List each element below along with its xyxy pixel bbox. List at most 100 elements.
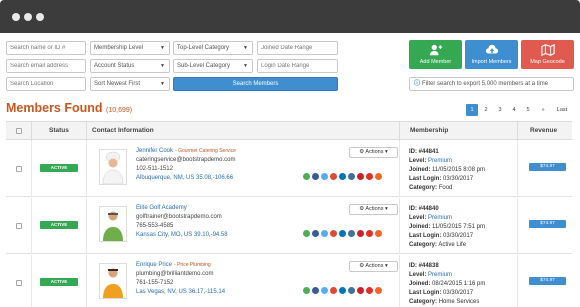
column-divider: [31, 198, 32, 254]
map-geocode-button[interactable]: Map Geocode: [521, 40, 574, 69]
twitter-icon[interactable]: [321, 173, 328, 180]
actions-dropdown-button[interactable]: ⚙ Actions ▾: [349, 147, 398, 158]
sub-category-select[interactable]: Sub-Level Category ▼: [173, 59, 253, 73]
row-checkbox[interactable]: [16, 223, 22, 229]
contact-name: Jennifer Cook: [136, 148, 174, 154]
facebook-icon[interactable]: [312, 230, 319, 237]
google-plus-icon[interactable]: [330, 230, 337, 237]
avatar: [99, 263, 127, 299]
company-tag: - Gourmet Catering Service: [175, 148, 236, 154]
search-members-button[interactable]: Search Members: [173, 77, 338, 91]
joined-label: Joined:: [409, 167, 431, 173]
category-label: Category:: [409, 185, 438, 191]
page-1-button[interactable]: 1: [466, 104, 478, 116]
rss-icon[interactable]: [375, 287, 382, 294]
account-status-select[interactable]: Account Status ▼: [90, 59, 170, 73]
login-label: Last Login:: [409, 176, 442, 182]
facebook-icon[interactable]: [312, 173, 319, 180]
level-value: Premium: [428, 158, 453, 164]
pinterest-icon[interactable]: [357, 173, 364, 180]
pinterest-icon[interactable]: [357, 230, 364, 237]
contact-phone: 765-553-4585: [136, 223, 174, 229]
youtube-icon[interactable]: [366, 173, 373, 180]
rss-icon[interactable]: [375, 173, 382, 180]
member-level: Level: Premium: [409, 158, 452, 164]
actions-dropdown-button[interactable]: ⚙ Actions ▾: [349, 204, 398, 215]
level-value: Premium: [428, 272, 453, 278]
top-category-select[interactable]: Top-Level Category ▼: [173, 41, 253, 55]
column-divider: [399, 122, 400, 141]
contact-name-link[interactable]: Jennifer Cook - Gourmet Catering Service: [136, 148, 236, 154]
contact-name-link[interactable]: Enrique Price - Price Plumbing: [136, 262, 211, 268]
sort-select[interactable]: Sort Newest First ▼: [90, 77, 170, 91]
member-last-login: Last Login: 03/30/2017: [409, 233, 473, 239]
phone-icon[interactable]: [303, 230, 310, 237]
account-status-label: Account Status: [94, 63, 135, 69]
google-plus-icon[interactable]: [330, 287, 337, 294]
caret-down-icon: ▾: [384, 206, 388, 212]
phone-icon[interactable]: [303, 173, 310, 180]
page-4-button[interactable]: 4: [508, 104, 520, 116]
instagram-icon[interactable]: [348, 173, 355, 180]
row-checkbox[interactable]: [16, 280, 22, 286]
map-geocode-label: Map Geocode: [530, 59, 565, 65]
category-value: Active Life: [438, 242, 467, 248]
cloud-upload-icon: [485, 44, 498, 54]
search-name-input[interactable]: [6, 41, 86, 55]
linkedin-icon[interactable]: [339, 230, 346, 237]
column-divider: [31, 255, 32, 307]
import-members-button[interactable]: Import Members: [465, 40, 518, 69]
rss-icon[interactable]: [375, 230, 382, 237]
twitter-icon[interactable]: [321, 287, 328, 294]
google-plus-icon[interactable]: [330, 173, 337, 180]
column-divider: [31, 122, 32, 141]
category-value: Home Services: [438, 299, 480, 305]
instagram-icon[interactable]: [348, 230, 355, 237]
page-title-text: Members Found: [6, 101, 103, 115]
caret-down-icon: ▼: [160, 81, 165, 87]
window-dot-icon[interactable]: [24, 13, 32, 21]
revenue-badge: $74.97: [529, 220, 566, 228]
joined-date-range-input[interactable]: [257, 41, 338, 55]
table-row: ACTIVE Enrique Price - Price Plumbing plu…: [6, 255, 572, 307]
actions-label: Actions: [365, 263, 384, 269]
membership-level-label: Membership Level: [94, 45, 144, 51]
facebook-icon[interactable]: [312, 287, 319, 294]
page-3-button[interactable]: 3: [494, 104, 506, 116]
row-checkbox[interactable]: [16, 166, 22, 172]
select-all-checkbox[interactable]: [16, 128, 22, 134]
youtube-icon[interactable]: [366, 287, 373, 294]
linkedin-icon[interactable]: [339, 173, 346, 180]
contact-location-link[interactable]: Albuquerque, NM, US 35.08,-106.66: [136, 175, 233, 181]
contact-location-link[interactable]: Las Vegas, NV, US 36.17,-115.14: [136, 289, 225, 295]
membership-level-select[interactable]: Membership Level ▼: [90, 41, 170, 55]
next-page-button[interactable]: »: [537, 104, 549, 116]
caret-down-icon: ▼: [243, 45, 248, 51]
member-level: Level: Premium: [409, 215, 452, 221]
youtube-icon[interactable]: [366, 230, 373, 237]
pinterest-icon[interactable]: [357, 287, 364, 294]
contact-email: golftrainer@bootstrapdemo.com: [136, 214, 222, 220]
actions-dropdown-button[interactable]: ⚙ Actions ▾: [349, 261, 398, 272]
search-email-input[interactable]: [6, 59, 86, 73]
contact-name-link[interactable]: Elite Golf Academy: [136, 205, 189, 211]
window-dot-icon[interactable]: [12, 13, 20, 21]
page-2-button[interactable]: 2: [480, 104, 492, 116]
login-date-range-input[interactable]: [257, 59, 338, 73]
column-divider: [517, 255, 518, 307]
window-dot-icon[interactable]: [36, 13, 44, 21]
contact-location-link[interactable]: Kansas City, MO, US 39.10,-94.58: [136, 232, 228, 238]
search-location-input[interactable]: [6, 77, 86, 91]
sub-category-label: Sub-Level Category: [177, 63, 231, 69]
twitter-icon[interactable]: [321, 230, 328, 237]
page-5-button[interactable]: 5: [522, 104, 534, 116]
column-divider: [86, 198, 87, 254]
phone-icon[interactable]: [303, 287, 310, 294]
member-joined: Joined: 08/24/2015 1:16 pm: [409, 281, 485, 287]
member-id: ID: #44838: [409, 263, 439, 269]
add-member-button[interactable]: Add Member: [409, 40, 462, 69]
golfer-avatar-icon: [103, 211, 123, 241]
linkedin-icon[interactable]: [339, 287, 346, 294]
instagram-icon[interactable]: [348, 287, 355, 294]
last-page-button[interactable]: Last: [553, 104, 571, 116]
